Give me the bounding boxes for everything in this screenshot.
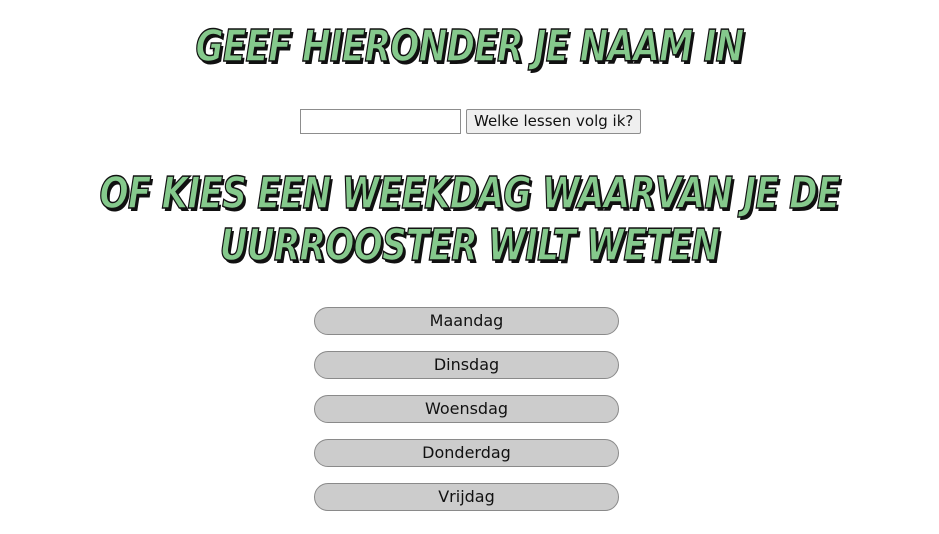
lessons-submit-button[interactable]: Welke lessen volg ik?: [466, 108, 642, 134]
name-form: Welke lessen volg ik?: [300, 108, 642, 134]
day-button-donderdag[interactable]: Donderdag: [314, 439, 619, 467]
day-button-dinsdag[interactable]: Dinsdag: [314, 351, 619, 379]
weekday-heading: Of kies een weekdag waarvan je de uurroo…: [99, 167, 841, 272]
day-button-maandag[interactable]: Maandag: [314, 307, 619, 335]
name-input[interactable]: [300, 108, 461, 134]
day-button-vrijdag[interactable]: Vrijdag: [314, 483, 619, 511]
page: Geef hieronder je naam in Welke lessen v…: [0, 0, 939, 534]
weekday-button-list: Maandag Dinsdag Woensdag Donderdag Vrijd…: [314, 307, 619, 511]
day-button-woensdag[interactable]: Woensdag: [314, 395, 619, 423]
name-heading: Geef hieronder je naam in: [195, 21, 745, 73]
